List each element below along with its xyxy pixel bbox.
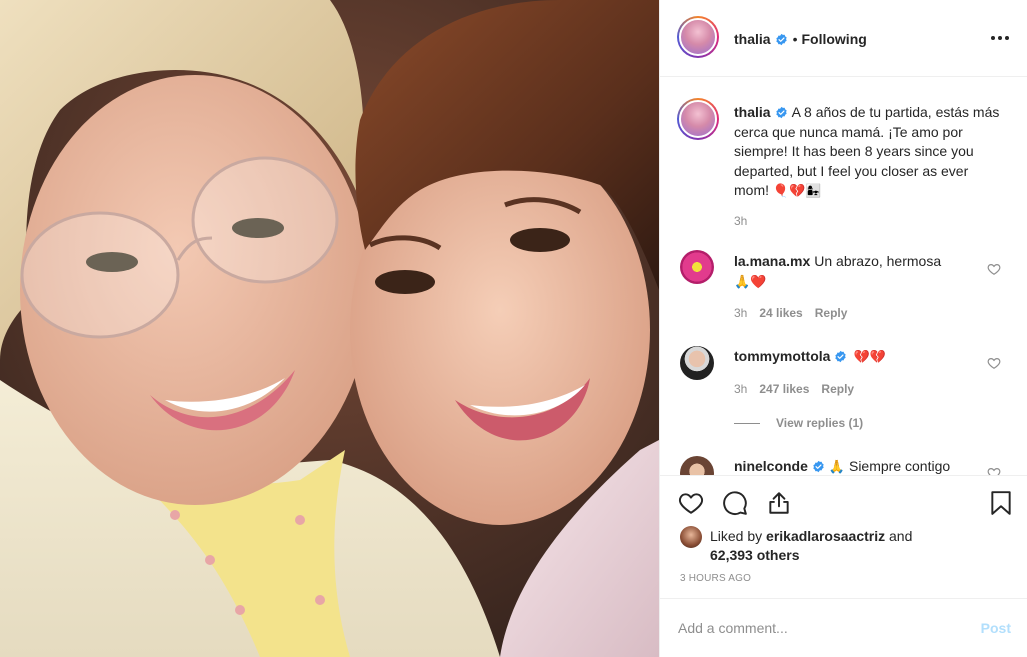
heart-icon[interactable]: [678, 490, 704, 516]
ellipsis-glyph: [991, 36, 1009, 40]
verified-badge-icon: [775, 33, 787, 46]
likes-others-link[interactable]: 62,393 others: [710, 547, 800, 563]
author-line: thalia • Following: [734, 30, 867, 48]
post-caption: thalia A 8 años de tu partida, estás más …: [734, 103, 1004, 202]
likes-text: Liked by erikadlarosaactriz and 62,393 o…: [680, 524, 1010, 565]
comment-meta: 3h 247 likes Reply: [734, 382, 866, 396]
post-photo[interactable]: [0, 0, 659, 657]
comment-input[interactable]: [678, 617, 958, 639]
commenter-avatar[interactable]: [680, 346, 714, 380]
likes-summary: Liked by erikadlarosaactriz and 62,393 o…: [680, 524, 1010, 565]
more-options-icon[interactable]: [988, 26, 1012, 50]
comment-time[interactable]: 3h: [734, 382, 747, 396]
separator-dot: •: [792, 31, 798, 47]
comment-text: Un abrazo, hermosa: [814, 253, 942, 269]
comment-icon[interactable]: [722, 490, 748, 516]
commenter-avatar[interactable]: [680, 250, 714, 284]
liked-by-prefix: Liked by: [710, 528, 763, 544]
caption-username[interactable]: thalia: [734, 104, 771, 120]
author-avatar-image: [679, 18, 717, 56]
post-comment-button[interactable]: Post: [981, 620, 1011, 636]
author-avatar[interactable]: [677, 16, 719, 58]
verified-badge-icon: [813, 460, 824, 473]
comment-like-heart-icon[interactable]: [987, 466, 1001, 475]
author-username[interactable]: thalia: [734, 31, 771, 47]
caption-author-avatar[interactable]: [677, 98, 719, 140]
comment-item: tommymottola 💔💔: [734, 346, 984, 368]
comment-emojis: 💔💔: [853, 350, 886, 365]
post-timestamp[interactable]: 3 hours ago: [680, 573, 751, 584]
comment-emojis: 🙏❤️: [734, 275, 767, 290]
commenter-avatar[interactable]: [680, 456, 714, 475]
comments-list[interactable]: thalia A 8 años de tu partida, estás más …: [660, 78, 1027, 475]
comment-likes[interactable]: 247 likes: [759, 382, 809, 396]
post-actions: [660, 475, 1027, 527]
add-comment-bar: Post: [660, 598, 1027, 657]
reply-button[interactable]: Reply: [821, 382, 854, 396]
verified-badge-icon: [775, 106, 787, 119]
caption-emojis: 🎈💔👩‍👧: [772, 184, 822, 199]
bookmark-icon[interactable]: [988, 490, 1014, 516]
view-replies-button[interactable]: View replies (1): [734, 416, 863, 430]
following-button[interactable]: Following: [801, 31, 866, 47]
comment-like-heart-icon[interactable]: [987, 356, 1001, 370]
post-sidebar: thalia • Following thalia A 8 años de tu pa…: [659, 0, 1027, 657]
comment-like-heart-icon[interactable]: [987, 262, 1001, 276]
photo-illustration: [0, 0, 659, 657]
comment-emojis: 🙏: [828, 460, 846, 475]
liker-avatar[interactable]: [680, 526, 702, 548]
comment-item: ninelconde 🙏 Siempre contigo: [734, 456, 984, 475]
liked-by-joiner: and: [889, 528, 913, 544]
caption-meta: 3h: [734, 214, 759, 228]
comment-username[interactable]: la.mana.mx: [734, 253, 810, 269]
replies-divider: [734, 422, 760, 424]
comment-text: Siempre contigo: [848, 458, 951, 474]
caption-author-avatar-image: [679, 100, 717, 138]
liker-username[interactable]: erikadlarosaactriz: [766, 528, 885, 544]
comment-username[interactable]: ninelconde: [734, 458, 808, 474]
reply-button[interactable]: Reply: [815, 306, 848, 320]
share-icon[interactable]: [766, 490, 792, 516]
comment-likes[interactable]: 24 likes: [759, 306, 802, 320]
caption-time[interactable]: 3h: [734, 214, 747, 228]
comment-meta: 3h 24 likes Reply: [734, 306, 859, 320]
view-replies-label: View replies (1): [776, 416, 864, 430]
comment-username[interactable]: tommymottola: [734, 348, 830, 364]
verified-badge-icon: [835, 350, 847, 363]
post-header: thalia • Following: [660, 0, 1027, 77]
comment-time[interactable]: 3h: [734, 306, 747, 320]
comment-item: la.mana.mx Un abrazo, hermosa 🙏❤️: [734, 251, 984, 293]
